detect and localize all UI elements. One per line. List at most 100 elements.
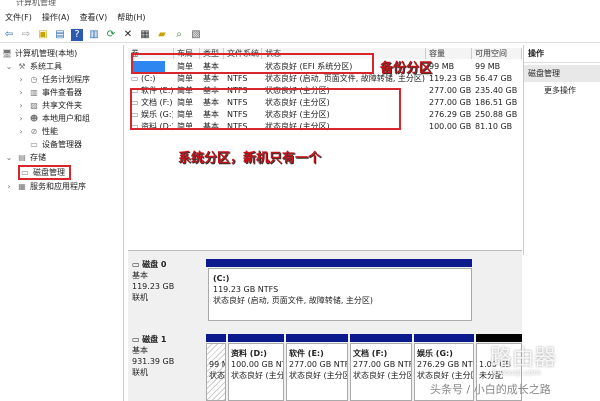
disk-0-info[interactable]: ▭ 磁盘 0 基本 119.23 GB 联机 (128, 256, 204, 324)
table-cell[interactable]: NTFS (227, 73, 261, 85)
annotation-box-backup (131, 53, 374, 74)
partition-status: 状态良好 (主分区) (417, 371, 473, 380)
actions-header: 操作 (524, 45, 600, 63)
tree-item-local-users[interactable]: › ☻ 本地用户和组 (16, 112, 90, 125)
tree-storage[interactable]: ⌄ ▤ 存储 (4, 151, 46, 164)
performance-icon: ⊘ (30, 127, 38, 136)
toolbar: ⇦ ⇨ ▣ ▤ ? ▥ ⟳ ✕ ▦ ▰ ⌕ ▧ (0, 27, 600, 43)
table-cell[interactable]: 56.47 GB (475, 73, 521, 85)
open-icon[interactable]: ▰ (156, 29, 168, 41)
computer-icon: 🖥 (2, 49, 13, 58)
partition-c[interactable]: (C:) 119.23 GB NTFS 状态良好 (启动, 页面文件, 故障转储, … (208, 268, 472, 321)
redacted-label (133, 61, 165, 72)
table-cell[interactable]: 186.51 GB (475, 97, 521, 109)
forward-icon[interactable]: ⇨ (20, 29, 32, 41)
partition-status: 状态良好 (主分区) (231, 371, 284, 380)
table-cell[interactable]: 81.10 GB (475, 121, 521, 133)
partition-status: 状态良好 (209, 371, 225, 380)
chevron-right-icon[interactable]: › (4, 180, 14, 193)
partition-name: 资料 (D:) (231, 349, 267, 358)
col-capacity[interactable]: 容量 (426, 48, 472, 59)
chevron-down-icon[interactable]: ⌄ (4, 151, 14, 164)
chevron-right-icon[interactable]: › (16, 73, 26, 86)
tree-item-event-viewer[interactable]: › ▥ 事件查看器 (16, 86, 82, 99)
partition-bar (414, 334, 474, 342)
table-cell[interactable]: 119.23 GB (429, 73, 471, 85)
tree-root[interactable]: 🖥 计算机管理(本地) (2, 47, 77, 60)
annotation-system: 系统分区，新机只有一个 (178, 151, 322, 166)
chevron-right-icon[interactable]: › (16, 112, 26, 125)
partition-size: 99 MB (209, 360, 225, 369)
export-icon[interactable]: ▧ (190, 29, 202, 41)
table-cell[interactable]: 250.88 GB (475, 109, 521, 121)
disk-icon: ▭ (21, 168, 29, 177)
table-cell[interactable]: 99 MB (429, 61, 471, 73)
actions-more[interactable]: 更多操作 (524, 82, 600, 99)
table-cell[interactable]: 99 MB (475, 61, 521, 73)
partition[interactable]: 文档 (F:) 277.00 GB NTFS 状态良好 (主分区) (350, 343, 412, 401)
search-icon[interactable]: ⌕ (173, 29, 185, 41)
delete-icon[interactable]: ✕ (122, 29, 134, 41)
disk-1-info[interactable]: ▭ 磁盘 1 基本 931.39 GB 联机 (128, 331, 204, 401)
partition-bar (350, 334, 412, 342)
partition-bar (206, 334, 226, 342)
table-cell[interactable]: 基本 (203, 73, 223, 85)
up-icon[interactable]: ▣ (37, 29, 49, 41)
disk-icon: ▭ (132, 260, 143, 269)
tools-icon: ⚒ (18, 62, 26, 71)
table-cell[interactable]: 277.00 GB (429, 97, 471, 109)
show-hide-tree-icon[interactable]: ▤ (54, 29, 66, 41)
tree-item-device-manager[interactable]: ▭ 设备管理器 (29, 138, 82, 151)
chevron-right-icon[interactable]: › (16, 99, 26, 112)
table-cell[interactable]: 235.40 GB (475, 85, 521, 97)
tree-item-task-scheduler[interactable]: › ◷ 任务计划程序 (16, 73, 90, 86)
partition[interactable]: 资料 (D:) 100.00 GB NTFS 状态良好 (主分区) (228, 343, 284, 401)
partition-bar (286, 334, 348, 342)
table-cell[interactable]: 100.00 GB (429, 121, 471, 133)
actions-disk-management[interactable]: 磁盘管理 (524, 65, 600, 82)
partition-size: 277.00 GB NTFS (353, 360, 412, 369)
table-cell[interactable]: 简单 (177, 73, 199, 85)
partition-size: 276.29 GB NTFS (417, 360, 473, 369)
properties-pane-icon[interactable]: ▥ (88, 29, 100, 41)
window-title: 计算机管理 (0, 0, 600, 8)
help-icon[interactable]: ? (71, 28, 83, 41)
volume-list: 卷 布局 类型 文件系统 状态 容量 可用空间 简单 基本 状态良好 (EFI 系统… (128, 45, 522, 245)
device-icon: ▭ (30, 140, 38, 149)
menu-help[interactable]: 帮助(H) (117, 10, 145, 26)
clock-icon: ◷ (30, 75, 38, 84)
partition[interactable]: 软件 (E:) 277.00 GB NTFS 状态良好 (主分区) (286, 343, 348, 401)
partition[interactable]: 99 MB 状态良好 (206, 343, 226, 401)
navigation-tree: 🖥 计算机管理(本地) ⌄ ⚒ 系统工具 › ◷ 任务计划程序 › ▥ 事件查看器 › ▨ 共享文… (0, 45, 124, 401)
watermark-site: luyouqi.com (492, 368, 541, 377)
properties-icon[interactable]: ▦ (139, 29, 151, 41)
table-cell[interactable]: 276.29 GB (429, 109, 471, 121)
menu-action[interactable]: 操作(A) (42, 10, 70, 26)
menu-view[interactable]: 查看(V) (80, 10, 108, 26)
menu-file[interactable]: 文件(F) (5, 10, 32, 26)
tree-disk-management[interactable]: ▭ 磁盘管理 (18, 165, 71, 180)
chevron-right-icon[interactable]: › (16, 125, 26, 138)
folder-icon: ▨ (30, 101, 38, 110)
partition-size: 277.00 GB NTFS (289, 360, 348, 369)
chevron-down-icon[interactable]: ⌄ (4, 60, 14, 73)
menu-bar: 文件(F) 操作(A) 查看(V) 帮助(H) (0, 10, 146, 26)
tree-services[interactable]: › ▦ 服务和应用程序 (4, 180, 86, 193)
partition-name: 文档 (F:) (353, 349, 388, 358)
tree-item-performance[interactable]: › ⊘ 性能 (16, 125, 58, 138)
col-free[interactable]: 可用空间 (472, 48, 522, 59)
annotation-box-data (130, 88, 401, 130)
table-cell[interactable]: (C:) (141, 73, 173, 85)
tree-item-shared-folders[interactable]: › ▨ 共享文件夹 (16, 99, 82, 112)
chevron-right-icon[interactable]: › (16, 86, 26, 99)
partition-size: 100.00 GB NTFS (231, 360, 283, 369)
refresh-icon[interactable]: ⟳ (105, 29, 117, 41)
partition-name: 软件 (E:) (289, 349, 324, 358)
tree-system-tools[interactable]: ⌄ ⚒ 系统工具 (4, 60, 62, 73)
storage-icon: ▤ (18, 153, 26, 162)
back-icon[interactable]: ⇦ (3, 29, 15, 41)
table-cell[interactable]: 277.00 GB (429, 85, 471, 97)
disk-icon: ▭ (132, 335, 143, 344)
actions-pane: 操作 磁盘管理 更多操作 (523, 45, 600, 255)
event-icon: ▥ (30, 88, 38, 97)
